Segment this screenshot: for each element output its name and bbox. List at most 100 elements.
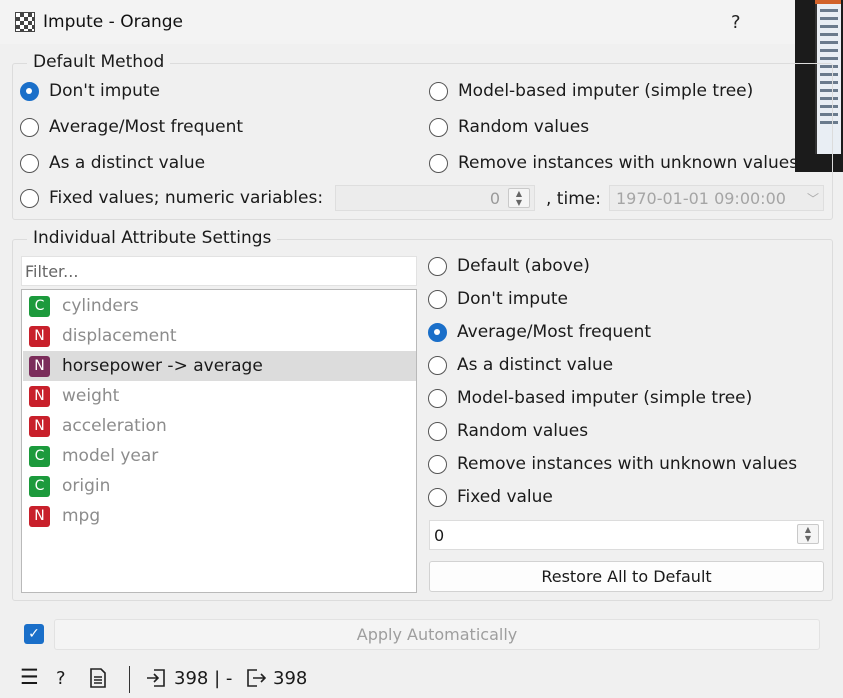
radio-label: Average/Most frequent: [49, 117, 244, 137]
default-radio-dont-impute[interactable]: Don't impute: [20, 81, 160, 101]
radio-indicator: [428, 289, 447, 309]
radio-indicator: [428, 388, 447, 408]
status-bar: ☰ ? 398 | - 398: [0, 662, 843, 698]
attribute-name: displacement: [62, 326, 177, 346]
time-label: , time:: [546, 189, 601, 209]
radio-label: As a distinct value: [457, 355, 614, 375]
radio-label: Remove instances with unknown values: [457, 454, 798, 474]
window-title: Impute - Orange: [43, 12, 184, 32]
continuous-variable-icon: C: [29, 295, 50, 317]
default-radio-random[interactable]: Random values: [429, 117, 589, 137]
attr-radio-dont-impute[interactable]: Don't impute: [428, 289, 568, 309]
radio-indicator: [20, 81, 39, 101]
apply-auto-checkbox[interactable]: ✓: [24, 624, 44, 644]
radio-label: Fixed values; numeric variables:: [49, 188, 324, 208]
output-count: 398: [273, 668, 308, 689]
attribute-list[interactable]: C cylinders N displacement N horsepower …: [21, 289, 417, 593]
default-radio-average[interactable]: Average/Most frequent: [20, 117, 243, 137]
radio-indicator: [20, 188, 39, 208]
filter-field[interactable]: [21, 256, 417, 286]
radio-label: Model-based imputer (simple tree): [458, 81, 754, 101]
attribute-name: horsepower -> average: [62, 356, 263, 376]
radio-label: Fixed value: [457, 487, 553, 507]
attr-radio-distinct[interactable]: As a distinct value: [428, 355, 613, 375]
time-value-field[interactable]: 1970-01-01 09:00:00 ﹀: [609, 185, 824, 211]
attribute-name: acceleration: [62, 416, 167, 436]
list-item[interactable]: C origin: [23, 471, 416, 501]
numeric-variable-icon: N: [29, 385, 50, 407]
output-icon: [246, 668, 267, 693]
list-item[interactable]: C model year: [23, 441, 416, 471]
attr-radio-model-based[interactable]: Model-based imputer (simple tree): [428, 388, 752, 408]
radio-indicator: [428, 487, 447, 507]
radio-label: Random values: [457, 421, 589, 441]
radio-label: Don't impute: [49, 81, 160, 101]
input-count: 398 | -: [174, 668, 233, 689]
title-bar: Impute - Orange ?: [0, 0, 843, 44]
attr-radio-remove[interactable]: Remove instances with unknown values: [428, 454, 797, 474]
attribute-name: cylinders: [62, 296, 139, 316]
radio-label: Average/Most frequent: [457, 322, 652, 342]
list-item[interactable]: N weight: [23, 381, 416, 411]
attr-radio-fixed[interactable]: Fixed value: [428, 487, 553, 507]
radio-label: Don't impute: [457, 289, 568, 309]
continuous-variable-icon: C: [29, 475, 50, 497]
spin-arrows-icon[interactable]: ▲ ▼: [797, 524, 819, 544]
radio-indicator: [428, 322, 447, 342]
radio-indicator: [428, 421, 447, 441]
spin-arrows-icon[interactable]: ▲ ▼: [508, 188, 530, 208]
help-icon[interactable]: ?: [56, 668, 66, 689]
attribute-name: model year: [62, 446, 159, 466]
individual-settings-title: Individual Attribute Settings: [27, 228, 278, 248]
default-radio-remove[interactable]: Remove instances with unknown values: [429, 153, 798, 173]
attr-radio-default[interactable]: Default (above): [428, 256, 590, 276]
attribute-name: weight: [62, 386, 120, 406]
attr-radio-average[interactable]: Average/Most frequent: [428, 322, 651, 342]
default-radio-fixed[interactable]: Fixed values; numeric variables:: [20, 188, 323, 208]
menu-icon[interactable]: ☰: [20, 665, 39, 689]
input-icon: [146, 668, 166, 693]
radio-label: Model-based imputer (simple tree): [457, 388, 753, 408]
radio-indicator: [428, 256, 447, 276]
radio-label: As a distinct value: [49, 153, 206, 173]
apply-button[interactable]: Apply Automatically: [54, 619, 820, 650]
default-radio-distinct[interactable]: As a distinct value: [20, 153, 205, 173]
numeric-variable-icon: N: [29, 505, 50, 527]
list-item[interactable]: C cylinders: [23, 291, 416, 321]
list-item[interactable]: N displacement: [23, 321, 416, 351]
list-item-selected[interactable]: N horsepower -> average: [23, 351, 416, 381]
list-item[interactable]: N acceleration: [23, 411, 416, 441]
radio-label: Random values: [458, 117, 590, 137]
filter-input[interactable]: [22, 257, 416, 285]
radio-indicator: [428, 355, 447, 375]
numeric-variable-icon: N: [29, 415, 50, 437]
list-item[interactable]: N mpg: [23, 501, 416, 531]
numeric-fixed-value: 0: [489, 189, 500, 208]
chevron-down-icon[interactable]: ﹀: [807, 190, 819, 207]
app-icon: [15, 12, 35, 32]
divider: [129, 666, 130, 693]
help-button[interactable]: ?: [731, 12, 741, 33]
radio-indicator: [429, 153, 448, 173]
radio-indicator: [429, 81, 448, 101]
numeric-variable-icon: N: [29, 355, 50, 377]
attribute-name: mpg: [62, 506, 101, 526]
radio-indicator: [429, 117, 448, 137]
continuous-variable-icon: C: [29, 445, 50, 467]
restore-all-button[interactable]: Restore All to Default: [429, 561, 824, 592]
report-icon[interactable]: [90, 668, 106, 693]
time-value: 1970-01-01 09:00:00: [616, 189, 786, 208]
fixed-value: 0: [434, 526, 445, 545]
numeric-fixed-value-spinbox[interactable]: 0 ▲ ▼: [335, 185, 535, 211]
radio-indicator: [20, 153, 39, 173]
default-method-title: Default Method: [27, 52, 171, 72]
numeric-variable-icon: N: [29, 325, 50, 347]
attr-radio-random[interactable]: Random values: [428, 421, 588, 441]
radio-label: Default (above): [457, 256, 590, 276]
attribute-name: origin: [62, 476, 111, 496]
radio-label: Remove instances with unknown values: [458, 153, 799, 173]
radio-indicator: [428, 454, 447, 474]
radio-indicator: [20, 117, 39, 137]
default-radio-model-based[interactable]: Model-based imputer (simple tree): [429, 81, 753, 101]
fixed-value-spinbox[interactable]: 0 ▲ ▼: [429, 520, 824, 550]
